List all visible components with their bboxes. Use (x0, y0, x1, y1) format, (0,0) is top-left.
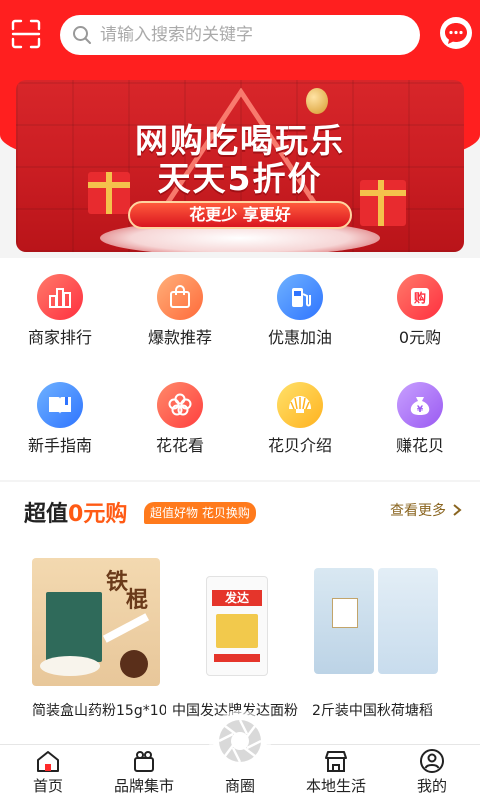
product-image (312, 558, 440, 686)
product-card[interactable]: 2斤装中国秋荷塘稻 (312, 558, 452, 720)
promo-banner[interactable]: 网购吃喝玩乐 天天5折价 花更少 享更好 (16, 80, 464, 252)
menu-label: 0元购 (398, 328, 442, 347)
aperture-icon (218, 719, 262, 763)
chevron-right-icon (453, 504, 462, 516)
menu-label: 新手指南 (27, 436, 92, 455)
scan-icon (11, 19, 41, 49)
menu-item-shell-intro[interactable]: 花贝介绍 (240, 366, 360, 466)
menu-label: 赚花贝 (395, 436, 444, 455)
header (0, 12, 480, 58)
banner-title-line2: 天天5折价 (157, 159, 323, 198)
menu-item-earn-shells[interactable]: ¥ 赚花贝 (360, 366, 480, 466)
section-title: 超值0元购 (24, 496, 127, 528)
shop-icon (323, 749, 349, 773)
feature-menu: 商家排行 爆款推荐 优惠加油 购 0元购 新手指南 花花看 花贝介绍 ¥ 赚花贝 (0, 258, 480, 480)
tab-label: 我的 (416, 777, 447, 795)
tab-label: 首页 (32, 777, 63, 795)
tab-label: 本地生活 (305, 777, 366, 795)
scan-button[interactable] (10, 18, 42, 50)
center-aperture-button[interactable] (213, 714, 267, 768)
svg-text:¥: ¥ (417, 405, 424, 415)
menu-item-beginner-guide[interactable]: 新手指南 (0, 366, 120, 466)
market-icon (131, 749, 157, 773)
product-image: 发达 (172, 558, 300, 686)
section-title-b: 0元购 (68, 502, 128, 527)
balloon-decoration (306, 88, 328, 114)
search-bar[interactable] (60, 15, 420, 55)
book-icon (37, 382, 83, 428)
chat-icon (445, 23, 467, 44)
view-more-label: 查看更多 (390, 503, 446, 519)
menu-item-merchant-ranking[interactable]: 商家排行 (0, 258, 120, 358)
zero-buy-section: 超值0元购 超值好物 花贝换购 查看更多 铁 棍 简装盒山药粉15g*10 发达… (0, 482, 480, 752)
svg-text:购: 购 (414, 290, 426, 305)
menu-label: 优惠加油 (267, 328, 332, 347)
profile-icon (419, 749, 445, 773)
gift-icon: 购 (397, 274, 443, 320)
menu-item-fuel-discount[interactable]: 优惠加油 (240, 258, 360, 358)
tab-label: 品牌集市 (113, 777, 174, 795)
menu-item-hot-picks[interactable]: 爆款推荐 (120, 258, 240, 358)
product-image: 铁 棍 (32, 558, 160, 686)
tab-local-life[interactable]: 本地生活 (288, 749, 384, 800)
menu-item-zero-buy[interactable]: 购 0元购 (360, 258, 480, 358)
product-name: 简装盒山药粉15g*10 (32, 703, 166, 719)
bag-icon (157, 274, 203, 320)
shell-icon (277, 382, 323, 428)
product-card[interactable]: 铁 棍 简装盒山药粉15g*10 (32, 558, 172, 720)
product-card[interactable]: 发达 中国发达牌发达面粉 (172, 558, 312, 720)
section-title-a: 超值 (24, 502, 69, 527)
search-input[interactable] (100, 25, 400, 45)
menu-label: 商家排行 (27, 328, 92, 347)
menu-label: 花贝介绍 (267, 436, 332, 455)
search-icon (73, 26, 91, 44)
product-name: 2斤装中国秋荷塘稻 (312, 703, 433, 719)
view-more-link[interactable]: 查看更多 (390, 500, 462, 520)
menu-label: 花花看 (155, 436, 204, 455)
tab-label: 商圈 (224, 777, 255, 795)
menu-label: 爆款推荐 (147, 328, 212, 347)
banner-slogan: 花更少 享更好 (128, 201, 352, 229)
tab-home[interactable]: 首页 (0, 749, 96, 800)
section-tag: 超值好物 花贝换购 (144, 502, 256, 524)
tab-brand-market[interactable]: 品牌集市 (96, 749, 192, 800)
tab-mine[interactable]: 我的 (384, 749, 480, 800)
message-button[interactable] (440, 17, 472, 49)
flower-icon (157, 382, 203, 428)
ranking-icon (37, 274, 83, 320)
menu-item-flower-view[interactable]: 花花看 (120, 366, 240, 466)
money-bag-icon: ¥ (397, 382, 443, 428)
fuel-icon (277, 274, 323, 320)
home-icon (35, 749, 61, 773)
